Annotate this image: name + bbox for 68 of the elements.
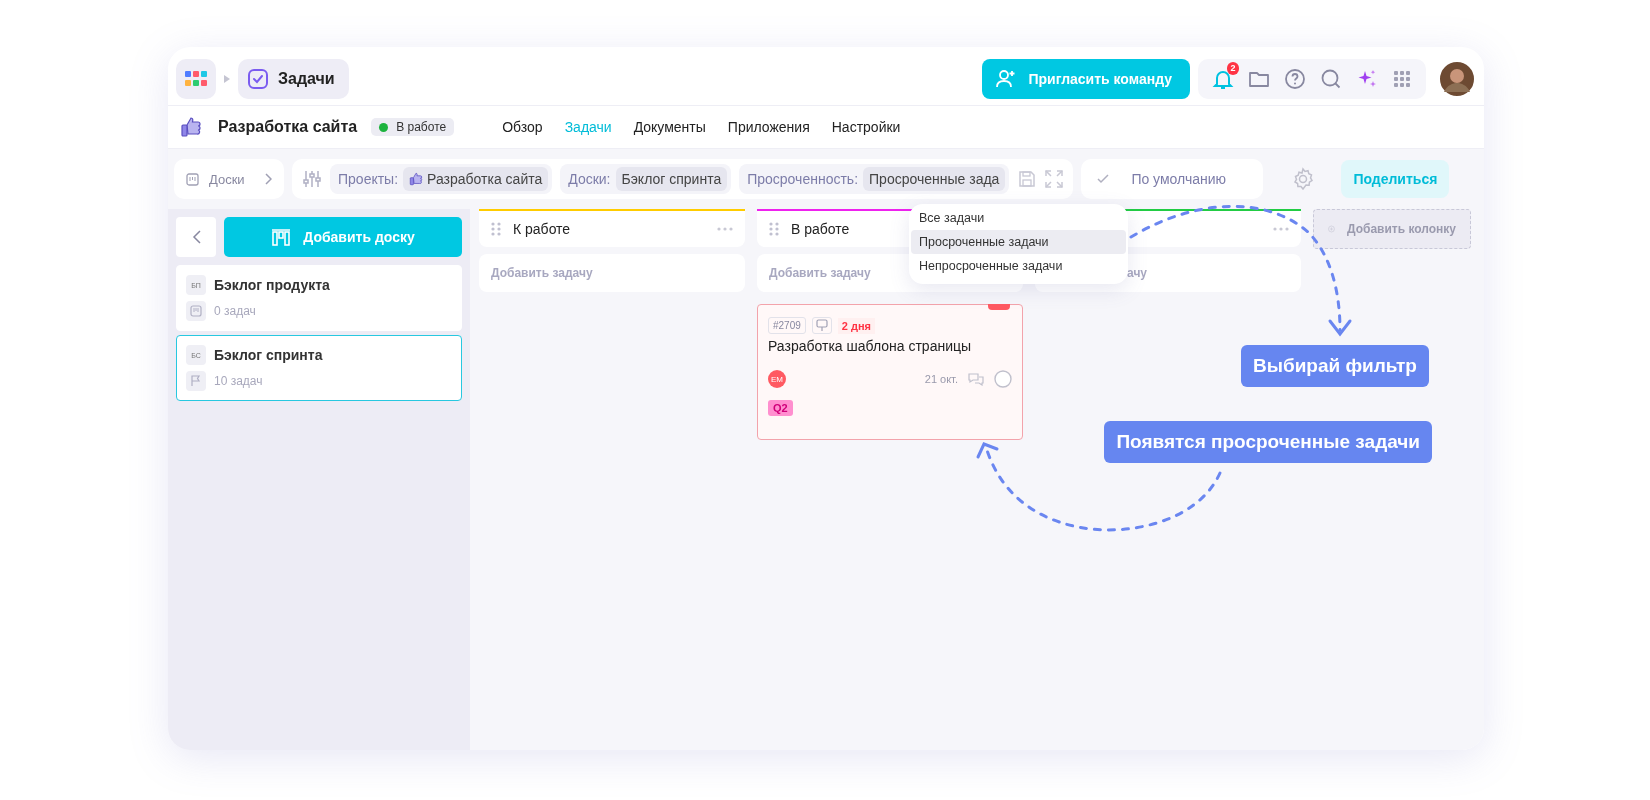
drag-handle-icon[interactable] [491,222,501,236]
apps-button[interactable] [176,59,216,99]
boards-button[interactable]: Доски [174,159,284,199]
due-date: 21 окт. [924,373,958,385]
task-count: 0 задач [214,304,256,318]
nav-tab[interactable]: Приложения [719,115,818,139]
checkbox-icon [248,69,268,89]
complete-toggle-icon[interactable] [994,370,1012,388]
task-card[interactable]: #2709 2 дня Разработка шаблона страницы ЕМ 21 окт. Q2 [757,304,1023,440]
filter-value: Бэклог спринта [615,167,728,191]
sliders-icon[interactable] [302,169,322,189]
comments-icon[interactable] [968,372,984,386]
user-avatar[interactable] [1438,60,1476,98]
drag-handle-icon[interactable] [769,222,779,236]
plus-circle-icon [1328,222,1335,236]
nav-tab[interactable]: Настройки [823,115,909,139]
board-icon [190,305,202,317]
back-button[interactable] [176,217,216,257]
task-count: 10 задач [214,374,263,388]
board-name: Бэклог продукта [214,277,330,293]
nav-tab[interactable]: Обзор [494,115,551,139]
more-icon[interactable] [717,227,733,231]
board-icon [186,172,199,186]
grid-menu-icon[interactable] [1392,69,1412,89]
status-badge: В работе [371,118,455,136]
nav-tab[interactable]: Документы [625,115,714,139]
filter-chip[interactable]: Просроченность: Просроченные зада [739,164,1010,194]
thumbs-up-icon [180,116,202,138]
assignee-avatar: ЕМ [768,370,786,388]
apps-grid-icon [185,71,207,87]
expand-icon[interactable] [1045,170,1064,188]
column-title: К работе [513,221,571,237]
task-title: Разработка шаблона страницы [768,338,972,354]
help-icon[interactable] [1284,68,1306,90]
board-columns-icon [271,228,292,246]
task-id: #2709 [768,317,806,334]
filter-label: Просроченность: [747,171,859,187]
filter-chip[interactable]: Проекты: Разработка сайта [330,164,553,194]
pin-icon [815,319,828,332]
callout-label: Выбирай фильтр [1241,345,1429,387]
board-name: Бэклог спринта [214,347,323,363]
filter-label: Доски: [568,171,611,187]
project-name: Разработка сайта [218,118,358,136]
filter-value: Просроченные зада [863,167,1006,191]
callout-label: Появятся просроченные задачи [1104,421,1432,463]
chevron-right-icon [264,173,272,185]
notification-badge: 2 [1227,62,1239,75]
filter-label: Проекты: [338,171,399,187]
check-icon [1097,174,1110,184]
overdue-label: 2 дня [837,317,876,334]
sort-select[interactable]: По умолчанию [1081,159,1264,199]
dropdown-option[interactable]: Просроченные задачи [911,230,1126,254]
add-user-icon [996,70,1017,88]
dropdown-option[interactable]: Все задачи [911,206,1126,230]
chevron-left-icon [191,230,201,244]
task-tag: Q2 [768,400,793,416]
search-icon[interactable] [1320,68,1342,90]
breadcrumb-arrow-icon [224,75,230,83]
save-icon[interactable] [1017,169,1038,189]
more-icon[interactable] [1273,227,1289,231]
flag-icon [190,375,202,387]
column-title: В работе [791,221,850,237]
filter-value: Разработка сайта [403,167,549,191]
app-button[interactable]: Задачи [238,59,349,99]
thumbs-up-icon [409,172,424,186]
filter-chip[interactable]: Доски: Бэклог спринта [560,164,732,194]
settings-icon[interactable] [1291,167,1316,191]
overdue-marker [988,304,1010,310]
